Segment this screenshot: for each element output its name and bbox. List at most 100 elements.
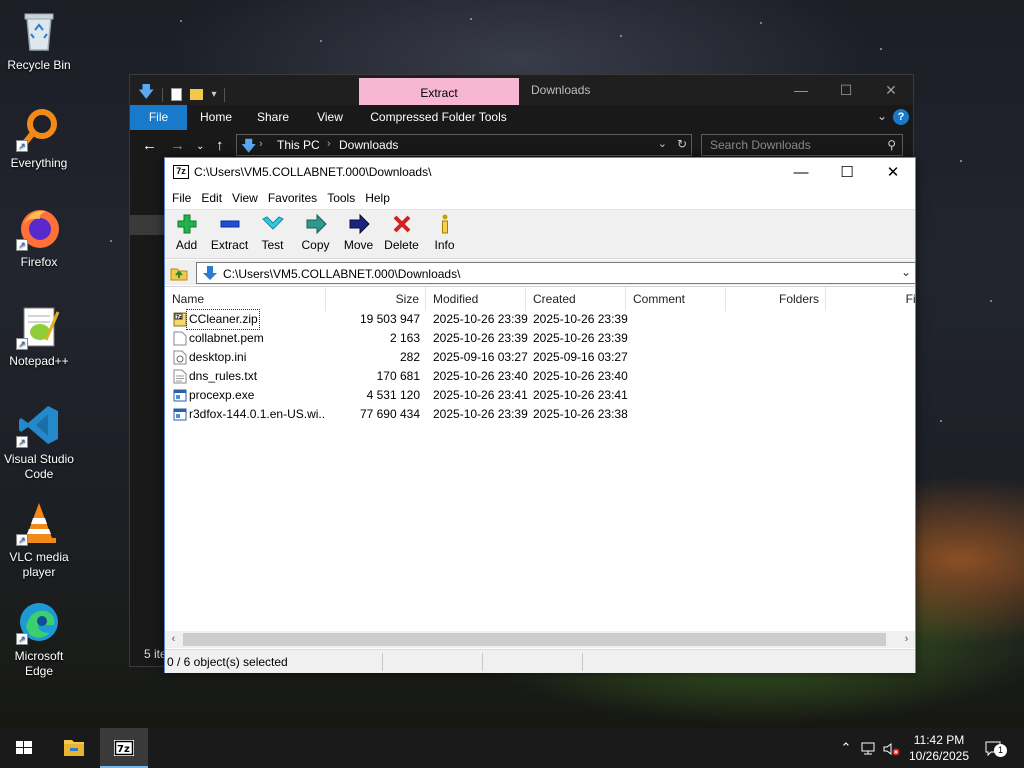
column-header-folders[interactable]: Folders	[726, 287, 826, 311]
copy-button[interactable]: Copy	[294, 213, 337, 252]
notification-count-badge: 1	[994, 744, 1007, 757]
menu-view[interactable]: View	[227, 187, 263, 209]
taskbar-7zip[interactable]: 7z	[100, 728, 148, 768]
file-list[interactable]: Name Size Modified Created Comment Folde…	[165, 286, 915, 631]
file-row[interactable]: 7z CCleaner.zip 19 503 947 2025-10-26 23…	[165, 309, 915, 330]
menu-file[interactable]: File	[167, 187, 196, 209]
volume-muted-icon[interactable]	[880, 728, 902, 768]
close-button[interactable]: ✕	[870, 158, 916, 187]
column-header-modified[interactable]: Modified	[426, 287, 526, 311]
desktop-icon-recycle-bin[interactable]: Recycle Bin	[0, 8, 78, 73]
explorer-search-input[interactable]: Search Downloads ⚲	[701, 134, 903, 156]
maximize-button[interactable]: ☐	[824, 158, 870, 187]
delete-button[interactable]: Delete	[380, 213, 423, 252]
menu-favorites[interactable]: Favorites	[263, 187, 322, 209]
shortcut-arrow-icon: ↗	[16, 633, 28, 645]
ribbon-tab-share[interactable]: Share	[248, 105, 298, 130]
recycle-bin-icon	[16, 8, 62, 54]
start-button[interactable]	[0, 728, 48, 768]
file-name: dns_rules.txt	[189, 369, 258, 383]
ribbon-tab-compressed-folder-tools[interactable]: Compressed Folder Tools	[366, 105, 511, 130]
recent-locations-icon[interactable]: ⌄	[196, 141, 204, 152]
breadcrumb-downloads[interactable]: Downloads	[339, 138, 398, 152]
explorer-close-button[interactable]: ✕	[868, 79, 914, 101]
add-button[interactable]: Add	[165, 213, 208, 252]
ribbon-tab-view[interactable]: View	[306, 105, 354, 130]
file-row[interactable]: desktop.ini 282 2025-09-16 03:27 2025-09…	[165, 348, 915, 367]
scroll-left-icon[interactable]: ‹	[165, 631, 182, 648]
shortcut-arrow-icon: ↗	[16, 239, 28, 251]
up-arrow-icon[interactable]: ↑	[216, 137, 224, 154]
file-row[interactable]: dns_rules.txt 170 681 2025-10-26 23:40 2…	[165, 367, 915, 386]
test-label: Test	[261, 238, 284, 252]
executable-file-icon	[173, 389, 187, 402]
scrollbar-thumb[interactable]	[183, 633, 886, 646]
breadcrumb-this-pc[interactable]: This PC	[277, 138, 320, 152]
download-arrow-icon[interactable]: 🡇	[138, 81, 154, 108]
extract-icon	[220, 220, 239, 228]
horizontal-scrollbar[interactable]: ‹ ›	[165, 631, 915, 648]
navigation-pane-selection[interactable]	[130, 215, 166, 235]
copy-icon	[306, 213, 327, 235]
explorer-minimize-button[interactable]: —	[778, 79, 824, 101]
move-button[interactable]: Move	[337, 213, 380, 252]
properties-icon[interactable]	[171, 88, 183, 101]
parent-folder-button[interactable]	[169, 263, 189, 283]
scroll-right-icon[interactable]: ›	[898, 631, 915, 648]
contextual-tab-extract[interactable]: Extract	[359, 78, 519, 105]
column-header-created[interactable]: Created	[526, 287, 626, 311]
explorer-path-box[interactable]: 🡇 › This PC › Downloads ⌄ ↻	[236, 134, 692, 156]
back-arrow-icon[interactable]: ←	[142, 137, 157, 154]
help-icon[interactable]: ?	[893, 109, 909, 125]
ribbon-tab-home[interactable]: Home	[191, 105, 241, 130]
sevenzip-window[interactable]: 7z C:\Users\VM5.COLLABNET.000\Downloads\…	[164, 157, 916, 673]
file-row[interactable]: procexp.exe 4 531 120 2025-10-26 23:41 2…	[165, 386, 915, 405]
taskbar-file-explorer[interactable]	[50, 728, 98, 768]
menu-edit[interactable]: Edit	[196, 187, 227, 209]
shortcut-arrow-icon: ↗	[16, 338, 28, 350]
desktop-icon-notepad-plus-plus[interactable]: ↗ Notepad++	[0, 304, 78, 369]
explorer-maximize-button[interactable]: ☐	[823, 79, 869, 101]
copy-label: Copy	[301, 238, 330, 252]
taskbar: 7z ⌃ 11:42 PM 10/26/2025 1	[0, 728, 1024, 768]
file-row[interactable]: collabnet.pem 2 163 2025-10-26 23:39 202…	[165, 329, 915, 348]
desktop-icon-vscode[interactable]: ↗ Visual Studio Code	[0, 402, 78, 482]
clock[interactable]: 11:42 PM 10/26/2025	[902, 732, 976, 764]
file-modified: 2025-10-26 23:39	[433, 331, 528, 345]
info-label: Info	[434, 238, 455, 252]
desktop-icon-edge[interactable]: ↗ Microsoft Edge	[0, 599, 78, 679]
info-button[interactable]: Info	[423, 213, 466, 252]
new-folder-icon[interactable]	[190, 89, 204, 100]
file-modified: 2025-09-16 03:27	[433, 350, 528, 364]
desktop-icon-vlc[interactable]: ↗ VLC media player	[0, 500, 78, 580]
column-header-name[interactable]: Name	[165, 287, 326, 311]
path-combobox[interactable]: C:\Users\VM5.COLLABNET.000\Downloads\ ⌄	[196, 262, 916, 284]
menu-tools[interactable]: Tools	[322, 187, 360, 209]
path-dropdown-icon[interactable]: ⌄	[658, 137, 667, 150]
column-header-files[interactable]: File	[826, 287, 915, 311]
notification-center-icon[interactable]: 1	[980, 728, 1008, 768]
desktop-icon-firefox[interactable]: ↗ Firefox	[0, 205, 78, 270]
desktop-icon-label: Everything	[10, 156, 68, 170]
qa-dropdown-icon[interactable]: ▾	[211, 89, 216, 100]
column-header-size[interactable]: Size	[326, 287, 426, 311]
show-hidden-icons[interactable]: ⌃	[836, 728, 856, 768]
menu-help[interactable]: Help	[360, 187, 395, 209]
desktop-icon-everything[interactable]: ↗ Everything	[0, 106, 78, 171]
extract-button[interactable]: Extract	[208, 213, 251, 252]
refresh-icon[interactable]: ↻	[677, 137, 687, 151]
file-row[interactable]: r3dfox-144.0.1.en-US.wi... 77 690 434 20…	[165, 405, 915, 424]
ribbon-tab-file[interactable]: File	[130, 105, 187, 130]
minimize-button[interactable]: —	[778, 158, 824, 187]
file-size: 282	[399, 350, 420, 364]
sevenzip-taskbar-icon: 7z	[114, 740, 134, 756]
folder-up-icon	[170, 268, 188, 281]
ribbon-collapse-icon[interactable]: ⌄	[877, 109, 887, 123]
forward-arrow-icon[interactable]: →	[170, 137, 185, 154]
column-header-comment[interactable]: Comment	[626, 287, 726, 311]
network-icon[interactable]	[858, 728, 880, 768]
file-name: desktop.ini	[189, 350, 247, 364]
path-dropdown-icon[interactable]: ⌄	[901, 265, 911, 279]
test-button[interactable]: Test	[251, 213, 294, 252]
file-explorer-icon	[64, 740, 84, 756]
